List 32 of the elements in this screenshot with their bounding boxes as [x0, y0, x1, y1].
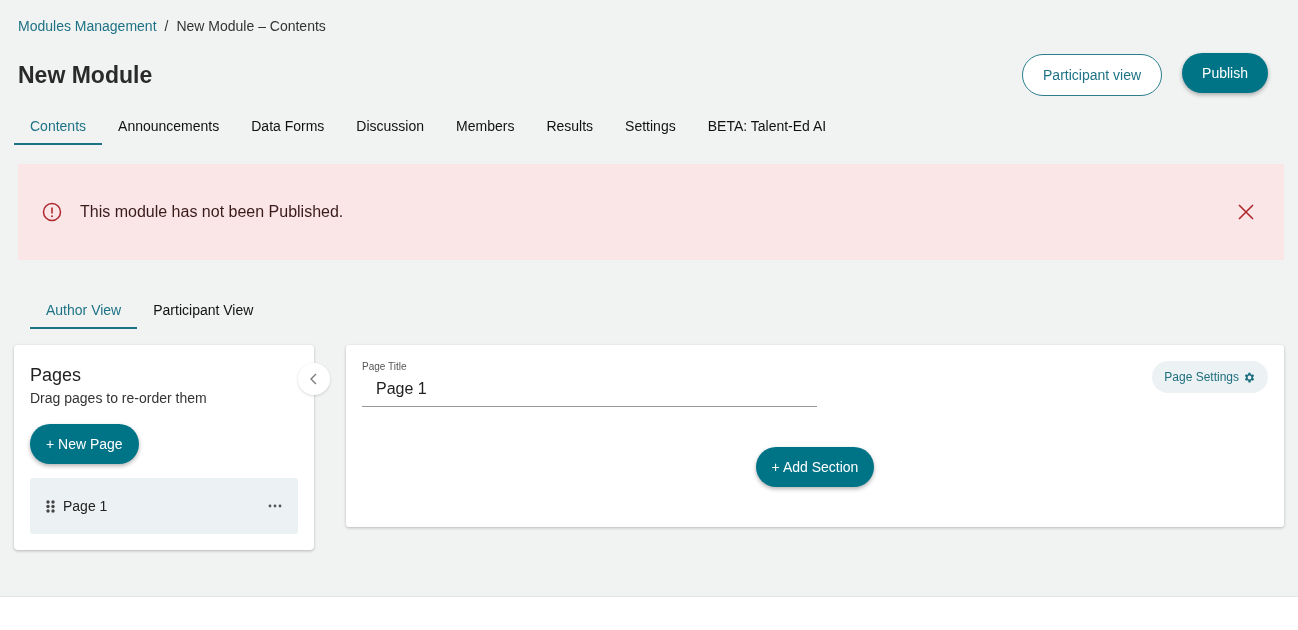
gear-icon: [1243, 370, 1256, 384]
alert-message: This module has not been Published.: [80, 203, 345, 221]
panel-subtitle: Drag pages to re-order them: [30, 390, 208, 406]
panel-title: Pages: [30, 365, 83, 386]
new-page-button[interactable]: + New Page: [30, 424, 139, 464]
breadcrumb-separator: /: [164, 18, 169, 34]
field-label: Page Title: [362, 361, 408, 372]
page-label: Page 1: [63, 498, 109, 514]
page-title: New Module: [18, 61, 153, 89]
view-button[interactable]: Participant view: [1022, 54, 1163, 96]
chevron-left-icon: [309, 373, 319, 385]
warning-icon: [42, 202, 62, 222]
more-icon[interactable]: [268, 504, 282, 508]
view-tab[interactable]: Participant View: [137, 294, 270, 329]
nav-tab[interactable]: Discussion: [340, 110, 441, 145]
nav-tab[interactable]: Members: [440, 110, 531, 145]
close-icon: [1236, 202, 1256, 222]
page-settings-button[interactable]: Page Settings: [1152, 361, 1268, 393]
breadcrumb-link[interactable]: Modules Management: [18, 18, 157, 34]
publish-button[interactable]: Publish: [1182, 53, 1268, 93]
page-title-field[interactable]: Page 1: [362, 372, 817, 407]
add-section-button[interactable]: + Add Section: [755, 447, 875, 487]
nav-tab[interactable]: Results: [530, 110, 610, 145]
nav-tab[interactable]: BETA: Talent-Ed AI: [691, 110, 843, 145]
nav-tab[interactable]: Contents: [14, 110, 103, 145]
nav-tab[interactable]: Data Forms: [235, 110, 341, 145]
view-tab[interactable]: Author View: [30, 294, 138, 329]
breadcrumb-current: New Module – Contents: [176, 18, 326, 34]
drag-handle-icon[interactable]: [46, 499, 55, 513]
nav-tab[interactable]: Announcements: [102, 110, 236, 145]
nav-tab[interactable]: Settings: [609, 110, 692, 145]
page-item[interactable]: Page 1: [30, 478, 298, 534]
